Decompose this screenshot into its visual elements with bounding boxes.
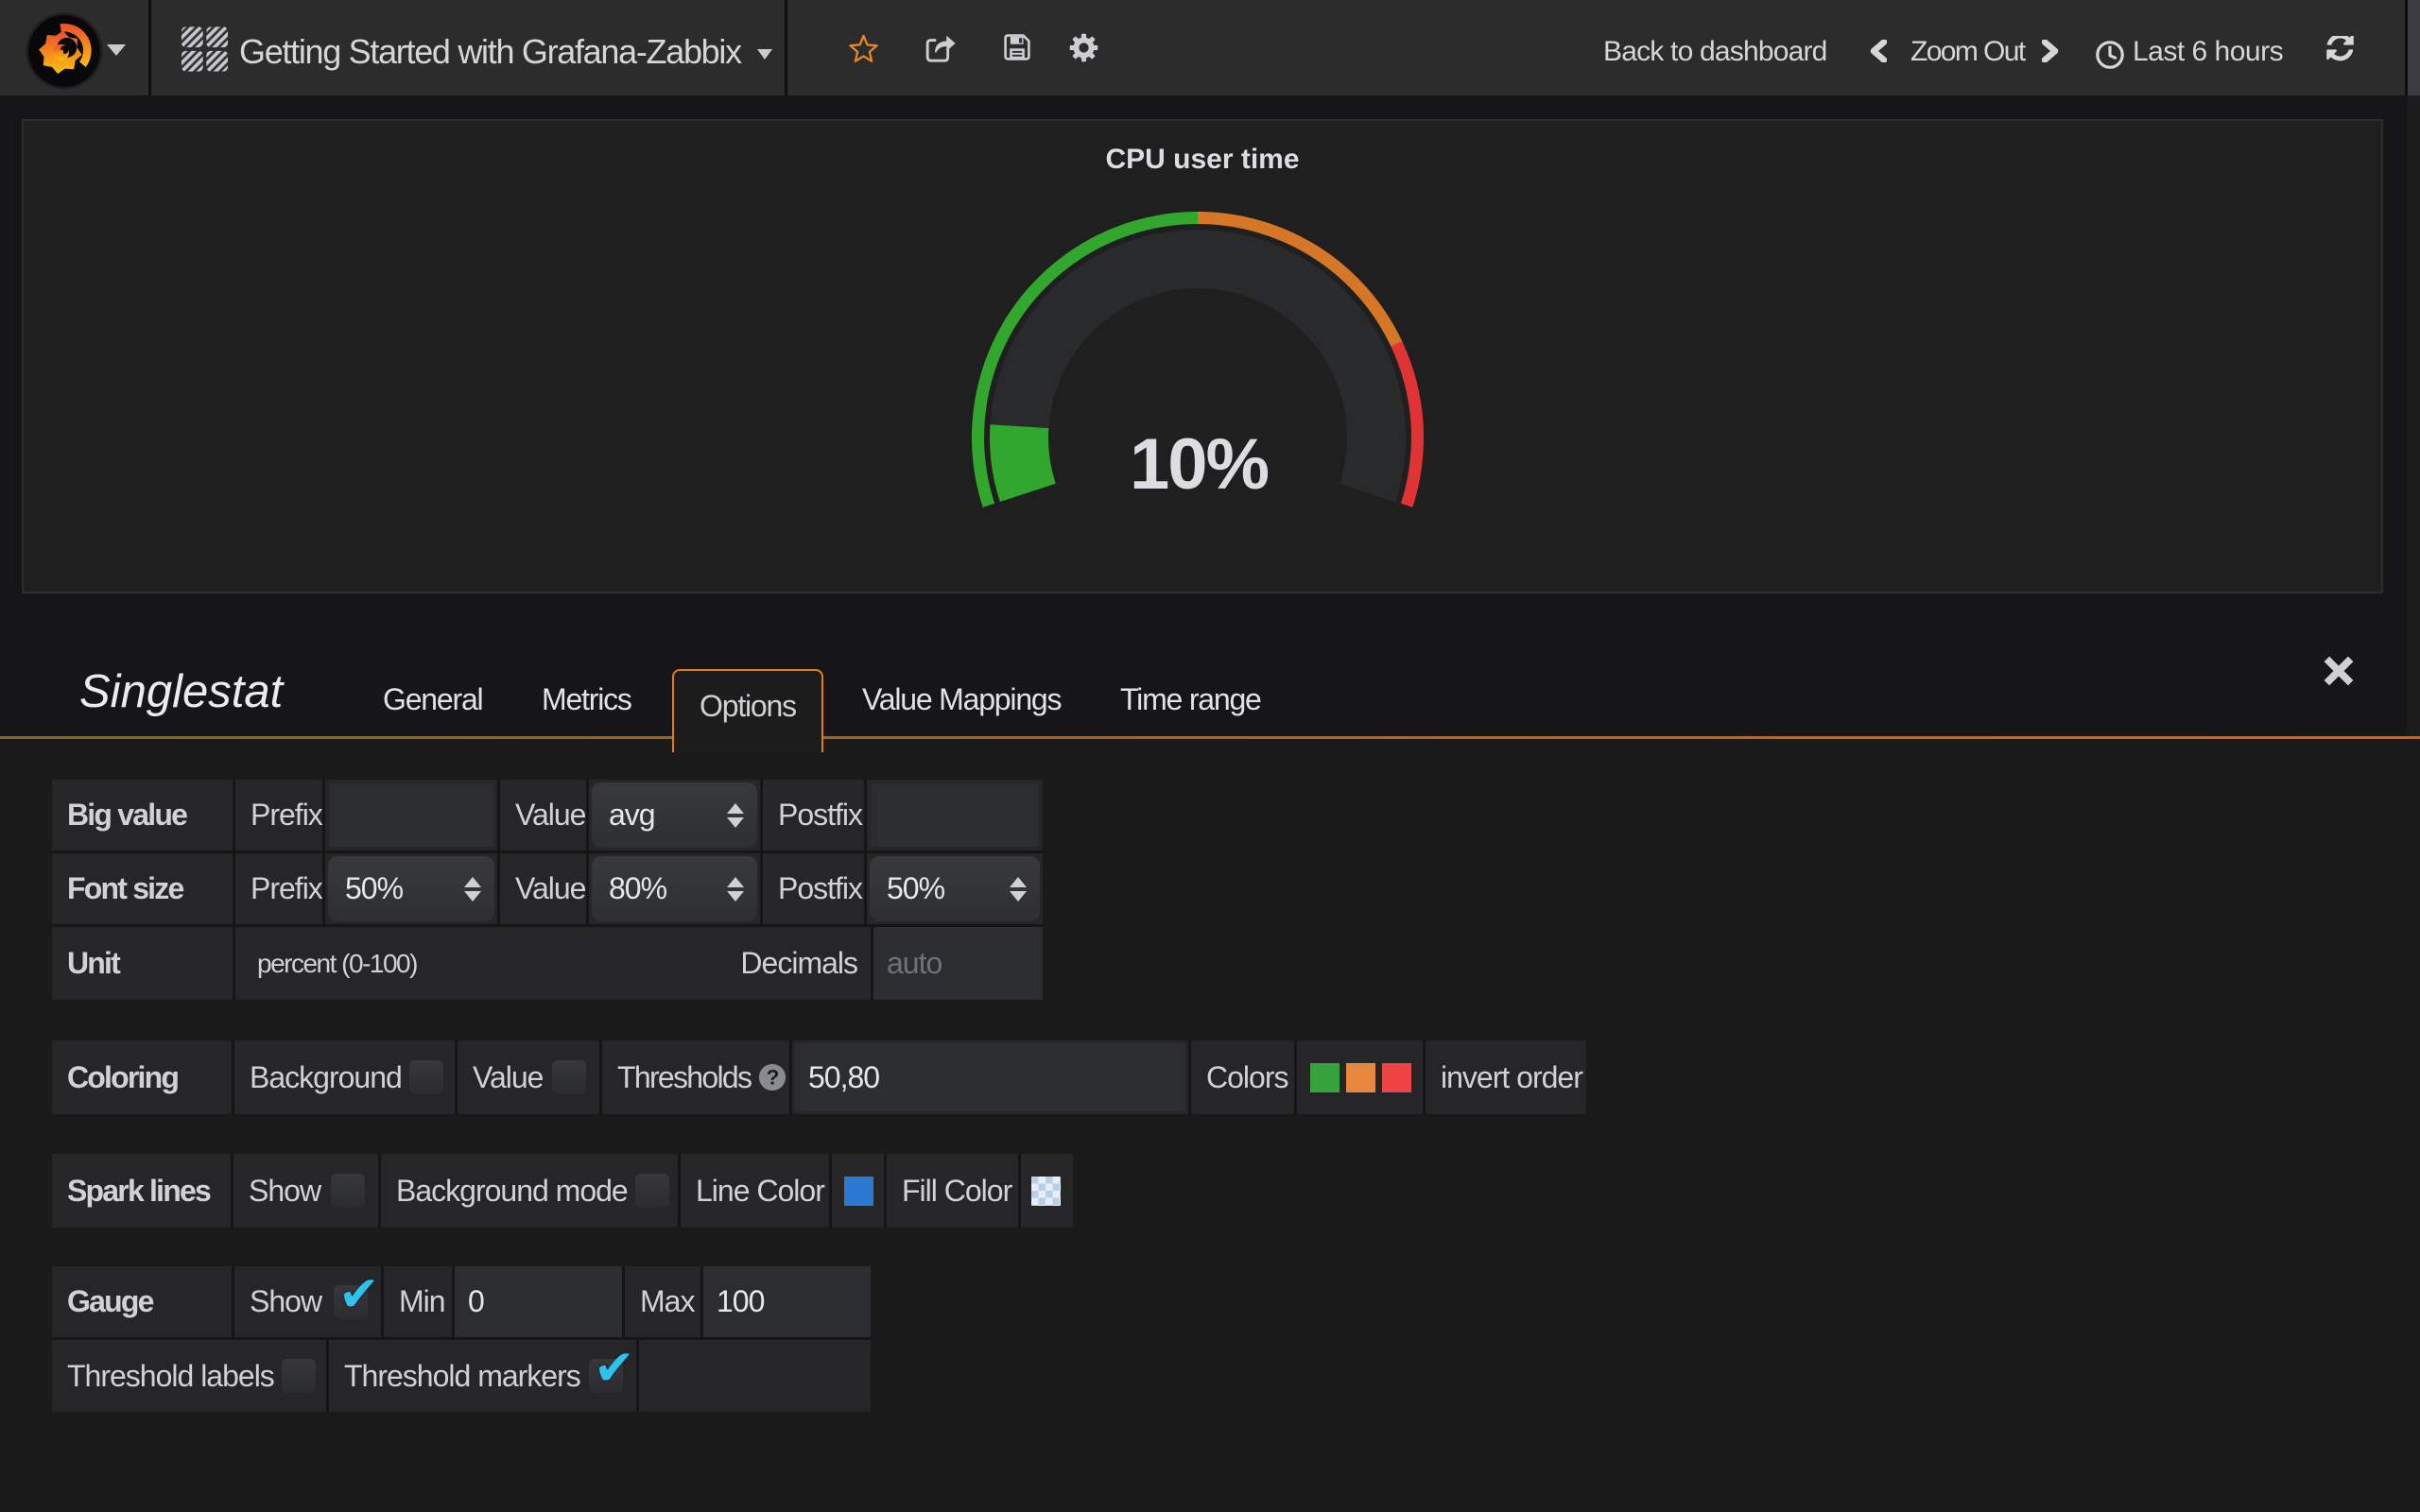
svg-text:?: ? <box>767 1066 779 1090</box>
